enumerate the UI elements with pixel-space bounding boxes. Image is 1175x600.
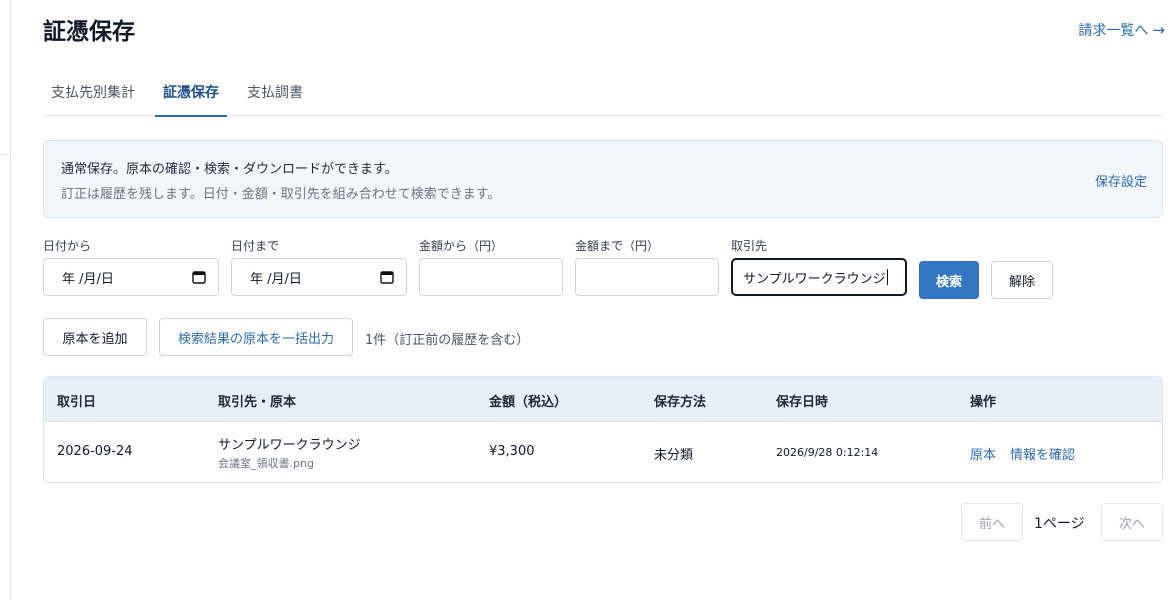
date-from-placeholder: 年 /月/日 [62, 271, 114, 287]
prev-page-button[interactable]: 前へ [961, 503, 1023, 541]
amount-from-field: 金額から（円） [419, 238, 563, 296]
amount-to-input[interactable] [575, 258, 719, 296]
info-panel: 通常保存。原本の確認・検索・ダウンロードができます。 訂正は履歴を残します。日付… [43, 140, 1163, 218]
add-original-button[interactable]: 原本を追加 [43, 318, 147, 356]
cell-vendor: サンプルワークラウンジ [218, 438, 361, 453]
tab-voucher-storage[interactable]: 証憑保存 [155, 76, 227, 117]
result-count: 1件（訂正前の履歴を含む） [365, 333, 530, 348]
amount-from-input[interactable] [419, 258, 563, 296]
amount-to-label: 金額まで（円） [575, 239, 660, 253]
invoice-list-link-label: 請求一覧へ [1078, 23, 1149, 39]
column-header-method: 保存方法 [654, 395, 707, 410]
clear-button[interactable]: 解除 [991, 261, 1053, 299]
date-from-input[interactable]: 年 /月/日 [43, 258, 219, 296]
date-to-placeholder: 年 /月/日 [250, 271, 302, 287]
page-title: 証憑保存 [43, 19, 135, 45]
vendor-label: 取引先 [731, 239, 768, 253]
date-from-field: 日付から 年 /月/日 [43, 238, 219, 296]
text-caret [886, 269, 888, 285]
page: 証憑保存 請求一覧へ → 支払先別集計 証憑保存 支払調書 通常保存。原本の確認… [43, 0, 1165, 541]
column-header-saved-at: 保存日時 [776, 395, 829, 410]
date-to-field: 日付まで 年 /月/日 [231, 238, 407, 296]
cell-saved-at: 2026/9/28 0:12:14 [776, 446, 879, 459]
left-rail-divider [0, 154, 11, 155]
cell-method: 未分類 [654, 448, 694, 463]
date-to-label: 日付まで [231, 239, 280, 253]
search-filters: 日付から 年 /月/日 日付まで 年 /月/日 金額から（円） 金額まで（円） … [43, 238, 1163, 300]
vendor-input-value: サンプルワークラウンジ [743, 271, 886, 287]
calendar-icon[interactable] [380, 270, 394, 284]
tab-payee-summary[interactable]: 支払先別集計 [43, 76, 143, 116]
cell-date: 2026-09-24 [57, 444, 133, 459]
tab-bar: 支払先別集計 証憑保存 支払調書 [43, 76, 1163, 117]
storage-settings-link[interactable]: 保存設定 [1095, 171, 1147, 190]
invoice-list-link[interactable]: 請求一覧へ → [1078, 20, 1165, 40]
search-button[interactable]: 検索 [919, 261, 979, 299]
column-header-amount: 金額（税込） [489, 395, 568, 410]
vendor-field: 取引先 サンプルワークラウンジ [731, 238, 907, 296]
cell-file-name: 会議室_領収書.png [218, 457, 314, 470]
amount-to-field: 金額まで（円） [575, 238, 719, 296]
table-header: 取引日 取引先・原本 金額（税込） 保存方法 保存日時 操作 [44, 377, 1162, 422]
voucher-table: 取引日 取引先・原本 金額（税込） 保存方法 保存日時 操作 2026-09-2… [43, 376, 1163, 483]
bulk-export-button[interactable]: 検索結果の原本を一括出力 [159, 318, 353, 356]
info-text-secondary: 訂正は履歴を残します。日付・金額・取引先を組み合わせて検索できます。 [61, 187, 501, 202]
arrow-right-icon: → [1152, 21, 1165, 39]
table-row: 2026-09-24 サンプルワークラウンジ 会議室_領収書.png ¥3,30… [44, 422, 1162, 482]
view-original-link[interactable]: 原本 [970, 444, 996, 463]
vendor-input[interactable]: サンプルワークラウンジ [731, 258, 907, 296]
calendar-icon[interactable] [192, 270, 206, 284]
amount-from-label: 金額から（円） [419, 239, 504, 253]
column-header-date: 取引日 [57, 395, 97, 410]
page-header: 証憑保存 請求一覧へ → [43, 0, 1165, 60]
tab-payment-report[interactable]: 支払調書 [239, 76, 311, 116]
date-from-label: 日付から [43, 239, 92, 253]
cell-amount: ¥3,300 [489, 444, 535, 459]
date-to-input[interactable]: 年 /月/日 [231, 258, 407, 296]
page-indicator: 1ページ [1034, 516, 1085, 532]
next-page-button[interactable]: 次へ [1101, 503, 1163, 541]
left-rail [0, 0, 11, 600]
column-header-vendor: 取引先・原本 [218, 395, 297, 410]
info-text-primary: 通常保存。原本の確認・検索・ダウンロードができます。 [61, 162, 398, 177]
column-header-actions: 操作 [970, 395, 997, 410]
view-info-link[interactable]: 情報を確認 [1010, 444, 1075, 463]
